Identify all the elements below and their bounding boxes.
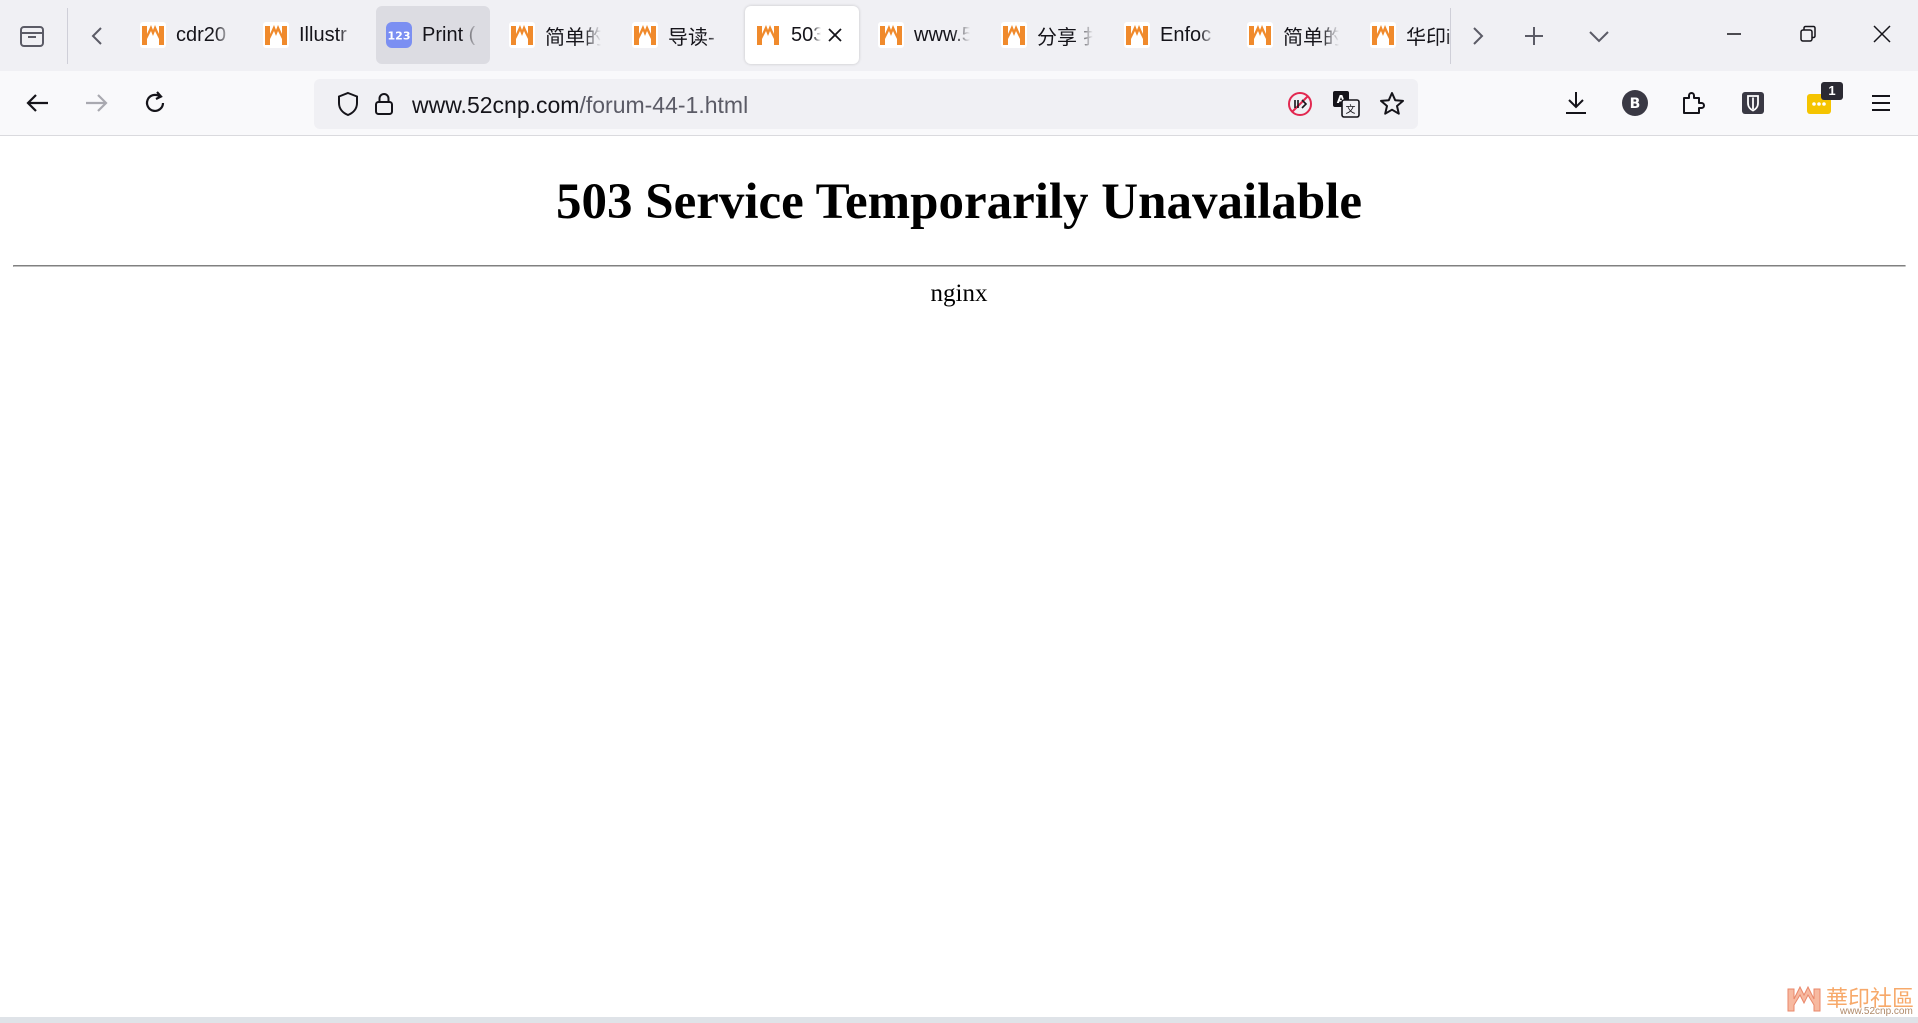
tab-strip-separator (67, 8, 68, 64)
downloads-button[interactable] (1554, 81, 1598, 125)
tab-strip-separator (1450, 8, 1451, 64)
arrow-left-icon (26, 94, 48, 112)
page-content: 503 Service Temporarily Unavailable ngin… (0, 137, 1918, 1017)
tab-4[interactable]: 简单的 (499, 6, 613, 64)
list-all-tabs-button[interactable] (1577, 14, 1621, 58)
url-bar[interactable]: www.52cnp.com/forum-44-1.html A 文 (314, 79, 1418, 129)
firefox-view-button[interactable] (10, 14, 54, 58)
chevron-down-icon (1589, 31, 1609, 43)
url-domain: www.52cnp.com (412, 92, 580, 118)
tab-title: 华印i (1406, 26, 1451, 49)
tab-2[interactable]: Illustr (253, 6, 367, 64)
star-icon (1380, 92, 1404, 115)
tab-8[interactable]: 分享 扌 (991, 6, 1105, 64)
close-window-button[interactable] (1845, 0, 1918, 68)
window-bottom-edge (0, 1017, 1918, 1023)
forward-button[interactable] (74, 81, 118, 125)
password-manager-extension-button[interactable] (1731, 81, 1775, 125)
forum-logo-icon (878, 22, 904, 48)
autoplay-blocked-icon (1288, 92, 1312, 116)
reload-icon (145, 91, 165, 112)
scroll-tabs-left-button[interactable] (76, 14, 120, 58)
watermark-url: www.52cnp.com (1840, 1006, 1913, 1017)
server-name: nginx (930, 280, 988, 307)
tab-title: www.5 (914, 23, 970, 46)
123-icon: 123 (386, 22, 412, 48)
chevron-right-icon (1473, 27, 1484, 45)
app-menu-button[interactable] (1859, 81, 1903, 125)
tab-title: Enfoc (1160, 23, 1212, 46)
tab-title: 导读- (668, 26, 715, 49)
autoplay-blocked-button[interactable] (1282, 86, 1318, 122)
tab-title: Illustr (299, 23, 347, 46)
bookmark-button[interactable] (1374, 86, 1410, 122)
tab-10[interactable]: 简单的 (1237, 6, 1351, 64)
forum-logo-icon (1787, 985, 1821, 1012)
tab-title: Print ( (422, 23, 476, 46)
lock-icon (375, 93, 393, 115)
scroll-tabs-right-button[interactable] (1455, 14, 1499, 58)
tab-title: 503 (791, 23, 821, 46)
minimize-button[interactable] (1697, 0, 1771, 68)
extensions-button[interactable] (1671, 81, 1715, 125)
back-button[interactable] (16, 81, 60, 125)
profile-letter: B (1630, 96, 1641, 112)
svg-text:文: 文 (1346, 103, 1356, 116)
tab-title: 简单的 (545, 26, 601, 49)
tab-5[interactable]: 导读- (622, 6, 736, 64)
close-icon (828, 28, 842, 42)
shield-extension-icon (1742, 92, 1764, 114)
tab-title: 简单的 (1283, 26, 1339, 49)
forum-logo-icon (1001, 22, 1027, 48)
forum-logo-icon (1370, 22, 1396, 48)
site-info-button[interactable] (366, 86, 402, 122)
tab-title: 分享 扌 (1037, 26, 1093, 49)
puzzle-piece-icon (1683, 92, 1705, 114)
tab-7[interactable]: www.5 (868, 6, 982, 64)
profile-badge-icon: B (1622, 90, 1648, 116)
navigation-toolbar: www.52cnp.com/forum-44-1.html A 文 B 1 (0, 71, 1918, 136)
plus-icon (1525, 27, 1543, 45)
firefox-view-icon (20, 26, 44, 47)
minimize-icon (1727, 33, 1741, 35)
forum-logo-icon (1247, 22, 1273, 48)
horizontal-rule (13, 265, 1906, 267)
tracking-protection-button[interactable] (330, 86, 366, 122)
hamburger-menu-icon (1872, 95, 1890, 111)
forum-logo-icon (140, 22, 166, 48)
svg-text:123: 123 (388, 30, 411, 43)
url-path: /forum-44-1.html (579, 92, 749, 118)
tab-3[interactable]: 123 Print ( (376, 6, 490, 64)
reload-button[interactable] (133, 81, 177, 125)
notification-extension-button[interactable]: 1 (1797, 81, 1843, 125)
shield-icon (338, 91, 358, 117)
error-heading: 503 Service Temporarily Unavailable (555, 174, 1363, 230)
new-tab-button[interactable] (1512, 14, 1556, 58)
forum-watermark: 華印社區 www.52cnp.com (1782, 979, 1914, 1019)
close-tab-button[interactable] (823, 23, 847, 47)
tab-6[interactable]: 503 (745, 6, 859, 64)
chevron-left-icon (91, 27, 102, 45)
restore-button[interactable] (1771, 0, 1845, 68)
close-icon (1873, 25, 1891, 43)
forum-logo-icon (755, 22, 781, 48)
profile-extension-button[interactable]: B (1613, 81, 1657, 125)
tab-strip: cdr20 Illustr 123 Print ( 简单的 导读- 503 www.5 分享 扌… (0, 0, 1918, 71)
forum-logo-icon (1124, 22, 1150, 48)
arrow-right-icon (86, 94, 108, 112)
tab-9[interactable]: Enfoc (1114, 6, 1228, 64)
translate-icon: A 文 (1333, 91, 1360, 118)
url-text[interactable]: www.52cnp.com/forum-44-1.html (412, 92, 748, 119)
forum-logo-icon (632, 22, 658, 48)
tab-title: cdr20 (176, 23, 227, 46)
tab-1[interactable]: cdr20 (130, 6, 244, 64)
restore-icon (1800, 25, 1816, 42)
forum-logo-icon (509, 22, 535, 48)
extension-badge: 1 (1821, 82, 1843, 100)
download-icon (1566, 92, 1586, 114)
forum-logo-icon (263, 22, 289, 48)
translate-button[interactable]: A 文 (1328, 86, 1364, 122)
